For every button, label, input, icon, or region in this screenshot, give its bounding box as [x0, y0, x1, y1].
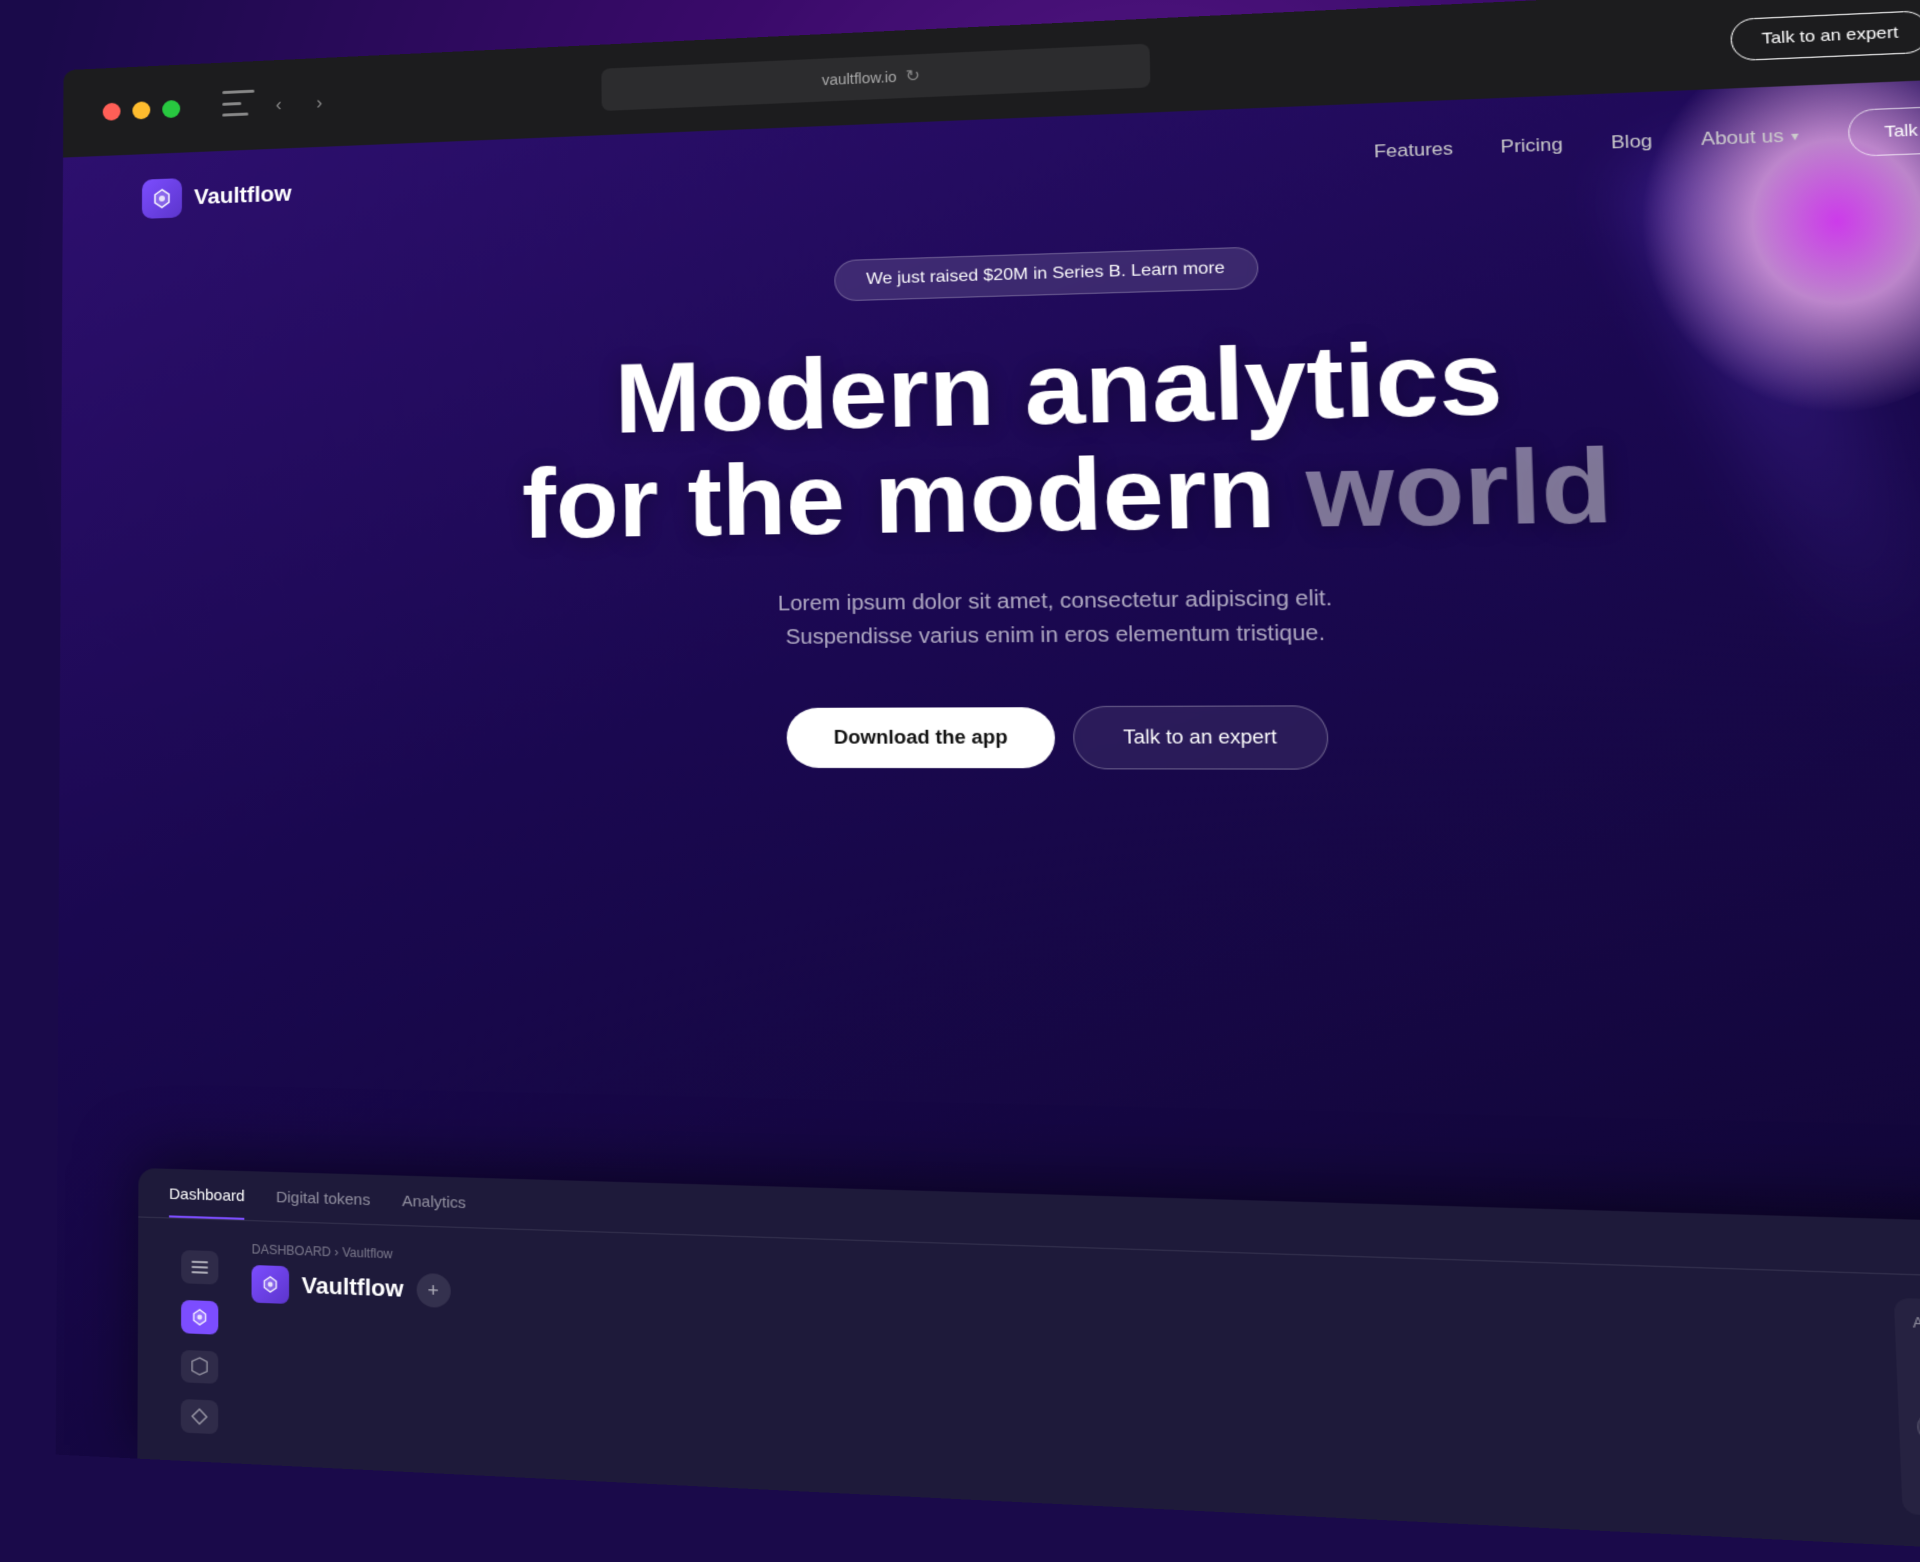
announcement-badge[interactable]: We just raised $20M in Series B. Learn m… [834, 246, 1259, 301]
dashboard-body: DASHBOARD › Vaultflow Vaultflow + Active… [137, 1217, 1920, 1553]
maximize-button[interactable] [162, 100, 180, 118]
dashboard-preview: Dashboard Digital tokens Analytics [137, 1168, 1920, 1562]
url-text: vaultflow.io [822, 69, 897, 89]
nav-features[interactable]: Features [1374, 138, 1454, 162]
date-pill: May 202 [1917, 1413, 1920, 1445]
bar-label-2: 1,424 [1915, 1366, 1920, 1382]
active-users-label: Active Users [1913, 1315, 1920, 1340]
dashboard-main: DASHBOARD › Vaultflow Vaultflow + [251, 1242, 1876, 1513]
tab-dashboard[interactable]: Dashboard [169, 1185, 245, 1220]
dashboard-sidebar [168, 1239, 230, 1435]
nav-about[interactable]: About us [1701, 124, 1799, 149]
dashboard-right-panel: Active Users 2,394 1,424 594 [1894, 1298, 1920, 1528]
sidebar-diamond-icon[interactable] [181, 1399, 218, 1434]
hero-subtitle: Lorem ipsum dolor sit amet, consectetur … [716, 580, 1401, 654]
download-button[interactable]: Download the app [787, 707, 1056, 768]
browser-nav: ‹ › [212, 86, 335, 123]
active-users-chart: 2,394 1,424 594 [1914, 1345, 1920, 1411]
bar-row-1: 2,394 [1914, 1345, 1920, 1369]
hero-title: Modern analytics for the modern world [141, 310, 1920, 562]
hero-section: We just raised $20M in Series B. Learn m… [59, 172, 1920, 840]
nav-links: Features Pricing Blog About us [1374, 124, 1799, 162]
sidebar-toggle-icon[interactable] [222, 90, 254, 117]
hero-buttons: Download the app Talk to an expert [140, 703, 1920, 771]
browser-chrome: ‹ › vaultflow.io ↻ Talk to an expert Dow… [0, 0, 1920, 1562]
hero-title-line2: for the modern [522, 435, 1277, 560]
website-content: Vaultflow Features Pricing Blog About us… [56, 71, 1920, 1562]
sidebar-logo-icon[interactable] [181, 1300, 218, 1335]
window-controls: ‹ › [103, 86, 336, 128]
nav-blog[interactable]: Blog [1611, 130, 1653, 153]
bar-label-3: 594 [1916, 1387, 1920, 1403]
hero-title-line3: world [1305, 428, 1615, 549]
nav-talk-button[interactable]: Talk to an expert [1847, 101, 1920, 156]
expert-button[interactable]: Talk to an expert [1073, 705, 1328, 769]
tab-analytics[interactable]: Analytics [402, 1192, 466, 1227]
logo-area: Vaultflow [142, 173, 292, 218]
nav-pricing[interactable]: Pricing [1500, 134, 1563, 158]
back-button[interactable]: ‹ [263, 88, 295, 121]
logo-text: Vaultflow [194, 180, 292, 209]
os-talk-button[interactable]: Talk to an expert [1730, 9, 1920, 60]
close-button[interactable] [103, 103, 121, 121]
add-button[interactable]: + [416, 1273, 450, 1308]
url-bar[interactable]: vaultflow.io ↻ [601, 44, 1150, 111]
browser-actions: Talk to an expert Download [1730, 1, 1920, 60]
nav-actions: Talk to an expert [1847, 101, 1920, 156]
reload-icon[interactable]: ↻ [905, 65, 920, 86]
tab-digital-tokens[interactable]: Digital tokens [276, 1189, 370, 1224]
forward-button[interactable]: › [303, 86, 336, 119]
dashboard-title: Vaultflow [302, 1272, 404, 1303]
sidebar-menu-icon[interactable] [181, 1250, 218, 1284]
sidebar-hex-icon[interactable] [181, 1349, 218, 1384]
logo-icon [142, 178, 182, 219]
bar-label-1: 2,394 [1914, 1345, 1920, 1361]
bar-row-3: 594 [1916, 1387, 1920, 1411]
dashboard-logo [252, 1265, 290, 1304]
minimize-button[interactable] [132, 101, 150, 119]
